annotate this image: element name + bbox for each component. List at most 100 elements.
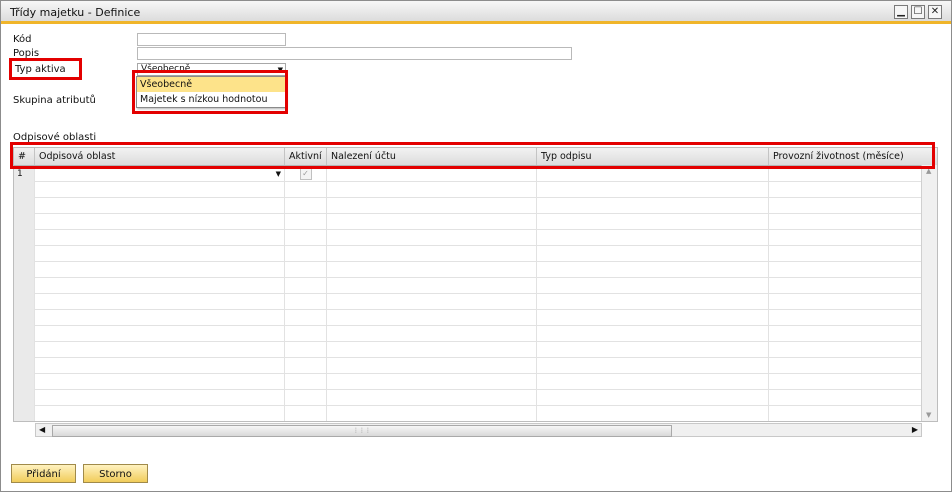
grid-cell[interactable] [769, 262, 922, 278]
grid-cell[interactable] [35, 246, 285, 262]
grid-cell[interactable] [769, 342, 922, 358]
grid-cell[interactable] [14, 374, 35, 390]
grid-cell[interactable] [14, 358, 35, 374]
grid-cell[interactable] [285, 310, 327, 326]
grid-cell[interactable] [327, 374, 537, 390]
grid-cell[interactable] [285, 358, 327, 374]
grid-cell[interactable] [285, 182, 327, 198]
table-row[interactable] [14, 278, 922, 294]
grid-cell[interactable] [537, 262, 769, 278]
grid-cell[interactable] [537, 278, 769, 294]
grid-cell[interactable] [285, 342, 327, 358]
grid-cell[interactable] [327, 246, 537, 262]
grid-cell[interactable] [14, 198, 35, 214]
grid-cell[interactable] [14, 182, 35, 198]
grid-cell[interactable] [14, 214, 35, 230]
grid-cell[interactable] [327, 230, 537, 246]
grid-cell[interactable] [537, 214, 769, 230]
grid-cell[interactable] [537, 326, 769, 342]
grid-cell[interactable] [35, 390, 285, 406]
grid-cell[interactable] [285, 230, 327, 246]
grid-cell[interactable] [769, 294, 922, 310]
scroll-down-icon[interactable]: ▼ [926, 411, 931, 419]
grid-cell[interactable] [769, 246, 922, 262]
grid-cell[interactable] [35, 198, 285, 214]
grid-cell[interactable] [537, 374, 769, 390]
table-row[interactable] [14, 390, 922, 406]
grid-cell[interactable] [537, 358, 769, 374]
grid-cell[interactable] [14, 310, 35, 326]
grid-cell[interactable] [14, 246, 35, 262]
maximize-button[interactable]: ☐ [911, 5, 925, 19]
grid-cell[interactable] [327, 310, 537, 326]
grid-cell[interactable] [537, 406, 769, 421]
grid-cell[interactable] [35, 326, 285, 342]
grid-cell[interactable] [285, 406, 327, 421]
horizontal-scrollbar[interactable]: ◀ ⋮⋮⋮ ▶ [35, 423, 922, 437]
grid-cell[interactable] [327, 214, 537, 230]
grid-cell[interactable] [327, 262, 537, 278]
grid-cell[interactable] [327, 326, 537, 342]
grid-cell[interactable] [769, 310, 922, 326]
add-button[interactable]: Přidání [11, 464, 76, 483]
grid-cell[interactable] [769, 390, 922, 406]
grid-cell[interactable] [327, 406, 537, 421]
table-row[interactable] [14, 358, 922, 374]
scroll-right-icon[interactable]: ▶ [912, 425, 918, 434]
grid-cell[interactable] [285, 278, 327, 294]
grid-cell[interactable] [327, 342, 537, 358]
popis-input[interactable] [137, 47, 572, 60]
grid-cell[interactable] [35, 342, 285, 358]
grid-cell[interactable] [35, 406, 285, 421]
table-row[interactable] [14, 230, 922, 246]
minimize-button[interactable]: ▁ [894, 5, 908, 19]
kod-input[interactable] [137, 33, 286, 46]
table-row[interactable] [14, 310, 922, 326]
grid-cell[interactable] [769, 214, 922, 230]
grid-cell[interactable] [769, 182, 922, 198]
grid-cell[interactable] [537, 246, 769, 262]
cancel-button[interactable]: Storno [83, 464, 148, 483]
grid-cell[interactable] [35, 310, 285, 326]
grid-cell[interactable] [537, 198, 769, 214]
grid-cell[interactable] [35, 358, 285, 374]
grid-cell[interactable] [537, 230, 769, 246]
grid-cell[interactable] [35, 182, 285, 198]
grid-cell[interactable] [327, 278, 537, 294]
grid-cell[interactable] [14, 326, 35, 342]
grid-cell[interactable] [14, 406, 35, 421]
grid-cell[interactable] [285, 294, 327, 310]
table-row[interactable] [14, 406, 922, 421]
table-row[interactable] [14, 326, 922, 342]
grid-cell[interactable] [14, 230, 35, 246]
grid-cell[interactable] [327, 390, 537, 406]
grid-cell[interactable] [285, 326, 327, 342]
grid-cell[interactable] [285, 246, 327, 262]
grid-cell[interactable] [14, 294, 35, 310]
grid-cell[interactable] [537, 390, 769, 406]
grid-cell[interactable] [537, 182, 769, 198]
grid-cell[interactable] [35, 262, 285, 278]
table-row[interactable] [14, 374, 922, 390]
grid-cell[interactable] [285, 390, 327, 406]
table-row[interactable] [14, 342, 922, 358]
grid-cell[interactable] [35, 214, 285, 230]
aktivni-checkbox[interactable]: ✓ [299, 168, 312, 180]
grid-cell[interactable] [285, 198, 327, 214]
grid-cell[interactable] [769, 406, 922, 421]
grid-cell[interactable] [769, 326, 922, 342]
scroll-thumb[interactable]: ⋮⋮⋮ [52, 425, 672, 437]
grid-cell[interactable] [285, 262, 327, 278]
grid-cell[interactable] [537, 310, 769, 326]
grid-cell[interactable] [14, 342, 35, 358]
grid-cell[interactable] [327, 358, 537, 374]
table-row[interactable] [14, 246, 922, 262]
grid-cell[interactable] [769, 278, 922, 294]
grid-cell[interactable] [35, 278, 285, 294]
grid-cell[interactable] [327, 198, 537, 214]
table-row[interactable] [14, 294, 922, 310]
table-row[interactable] [14, 198, 922, 214]
grid-cell[interactable] [769, 358, 922, 374]
grid-cell[interactable] [14, 262, 35, 278]
grid-cell[interactable] [285, 214, 327, 230]
